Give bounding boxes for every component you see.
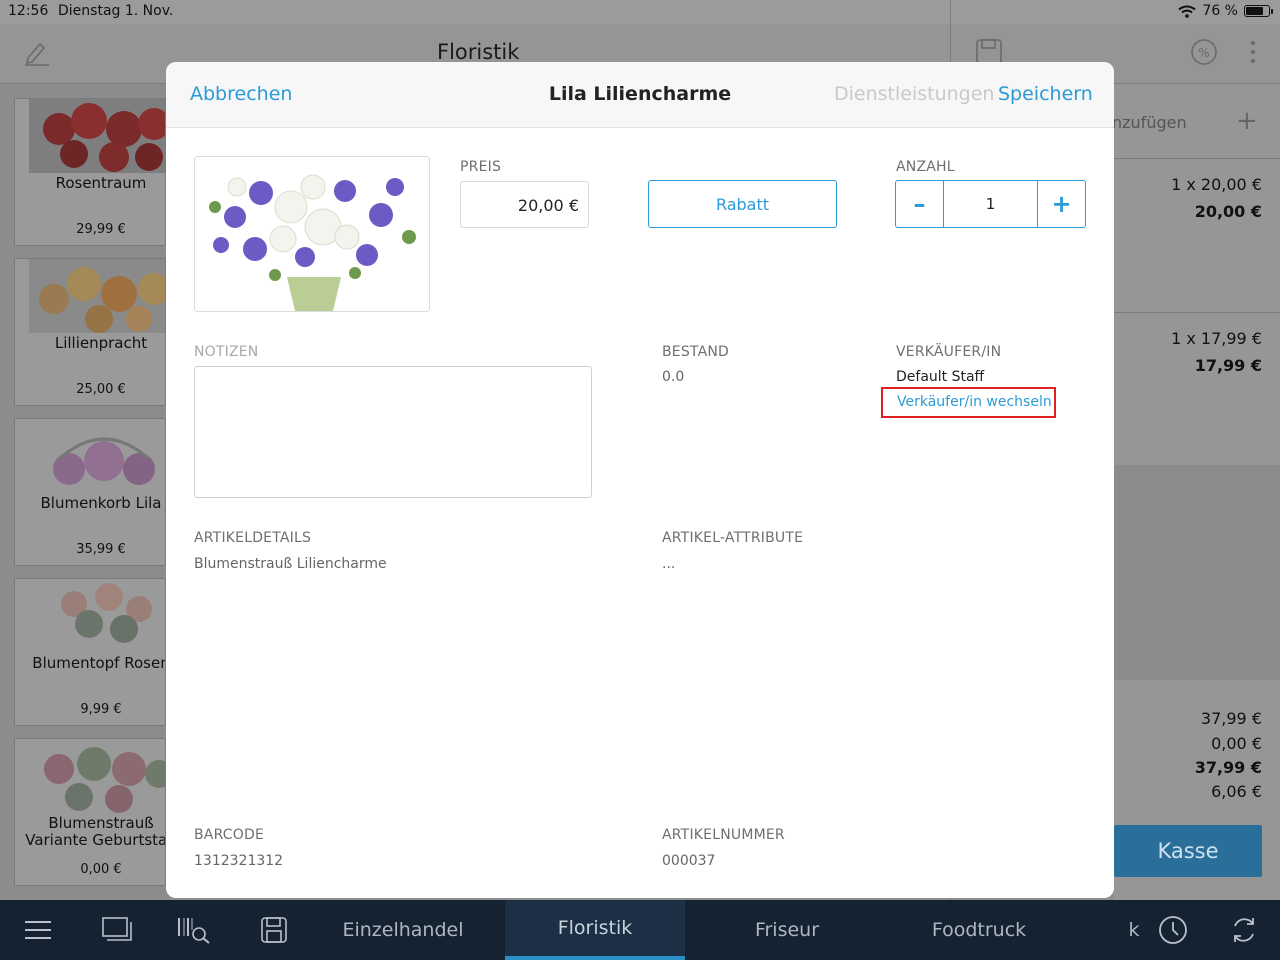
article-number-label: ARTIKELNUMMER xyxy=(662,827,785,843)
increment-button[interactable]: + xyxy=(1038,181,1085,227)
product-card[interactable]: Blumenstrauß Variante Geburtstag 0,00 € xyxy=(14,738,166,886)
product-name: Blumenkorb Lila xyxy=(40,494,162,512)
status-bar: 12:56 Dienstag 1. Nov. 76 % xyxy=(0,0,1280,24)
discount-button[interactable]: Rabatt xyxy=(648,180,837,228)
product-name: Rosentraum xyxy=(55,174,147,192)
tab-floristik[interactable]: Floristik xyxy=(505,900,685,960)
attributes-label: ARTIKEL-ATTRIBUTE xyxy=(662,530,804,546)
product-price: 35,99 € xyxy=(76,542,126,557)
product-image xyxy=(29,739,165,813)
windows-icon[interactable] xyxy=(102,917,132,943)
cart-add-label[interactable]: nzufügen xyxy=(1112,113,1187,132)
product-image xyxy=(29,579,165,653)
product-card[interactable]: Rosentraum 29,99 € xyxy=(14,98,166,246)
bottom-nav: Einzelhandel Floristik Friseur Foodtruck… xyxy=(0,900,1280,960)
quantity-value[interactable]: 1 xyxy=(943,181,1038,227)
tab-foodtruck[interactable]: Foodtruck xyxy=(892,900,1066,960)
quantity-label: ANZAHL xyxy=(896,159,955,175)
product-price: 25,00 € xyxy=(76,382,126,397)
details-value: Blumenstrauß Liliencharme xyxy=(194,556,387,572)
cart-line-qty: 1 x 17,99 € xyxy=(1171,329,1262,348)
product-name: Blumenstrauß Variante Geburtstag xyxy=(25,814,166,849)
modal-header: Lila Liliencharme Abbrechen Dienstleistu… xyxy=(166,62,1114,128)
product-image xyxy=(194,156,430,312)
page-title: Floristik xyxy=(437,40,520,64)
details-label: ARTIKELDETAILS xyxy=(194,530,312,546)
price-input[interactable]: 20,00 € xyxy=(460,181,589,228)
cart-line-qty: 1 x 20,00 € xyxy=(1171,175,1262,194)
cart-line-total: 17,99 € xyxy=(1194,356,1262,375)
product-image xyxy=(29,419,165,493)
sync-icon[interactable] xyxy=(1229,915,1259,945)
svg-text:%: % xyxy=(1198,46,1209,60)
discount-value: 0,00 € xyxy=(1211,734,1262,753)
checkout-button[interactable]: Kasse xyxy=(1114,825,1262,877)
cart-empty-area xyxy=(1114,465,1280,680)
status-time: 12:56 xyxy=(8,3,49,19)
tab-einzelhandel[interactable]: Einzelhandel xyxy=(316,900,490,960)
product-name: Lillienpracht xyxy=(54,334,148,352)
product-price: 0,00 € xyxy=(80,862,122,877)
edit-icon[interactable] xyxy=(22,38,50,66)
save-icon[interactable] xyxy=(260,916,288,944)
product-card[interactable]: Blumenkorb Lila 35,99 € xyxy=(14,418,166,566)
barcode-value: 1312321312 xyxy=(194,853,284,869)
more-icon[interactable] xyxy=(1248,38,1258,66)
battery-icon xyxy=(1244,5,1273,17)
stock-label: BESTAND xyxy=(662,344,730,360)
notes-label: NOTIZEN xyxy=(194,344,259,360)
clock-icon[interactable] xyxy=(1158,915,1188,945)
product-grid: Rosentraum 29,99 € Lillienpracht 25,00 €… xyxy=(0,84,166,900)
notes-field[interactable] xyxy=(194,366,592,498)
decrement-button[interactable]: – xyxy=(896,181,943,227)
subtotal-value: 37,99 € xyxy=(1200,709,1262,728)
bouquet-image xyxy=(195,157,429,311)
divider xyxy=(1114,158,1280,159)
wifi-icon xyxy=(1178,5,1197,18)
product-card[interactable]: Blumentopf Rosen 9,99 € xyxy=(14,578,166,726)
product-image xyxy=(29,99,165,173)
cart-add-plus-icon[interactable]: + xyxy=(1236,106,1258,136)
quantity-stepper: – 1 + xyxy=(895,180,1086,228)
services-button[interactable]: Dienstleistungen xyxy=(834,83,994,105)
discount-icon[interactable]: % xyxy=(1190,38,1218,66)
price-label: PREIS xyxy=(460,159,502,175)
battery-percent: 76 % xyxy=(1202,3,1238,19)
attributes-value: ... xyxy=(662,556,676,572)
total-value: 37,99 € xyxy=(1194,758,1262,777)
product-price: 9,99 € xyxy=(80,702,122,717)
tab-more[interactable]: k xyxy=(1122,900,1146,960)
product-name: Blumentopf Rosen xyxy=(32,654,166,672)
status-right: 76 % xyxy=(1178,3,1273,19)
seller-label: VERKÄUFER/IN xyxy=(896,344,1002,360)
product-card[interactable]: Lillienpracht 25,00 € xyxy=(14,258,166,406)
product-image xyxy=(29,259,165,333)
article-number-value: 000037 xyxy=(662,853,716,869)
menu-icon[interactable] xyxy=(24,920,52,940)
cancel-button[interactable]: Abbrechen xyxy=(190,83,292,105)
product-edit-modal: Lila Liliencharme Abbrechen Dienstleistu… xyxy=(166,62,1114,898)
barcode-label: BARCODE xyxy=(194,827,265,843)
product-price: 29,99 € xyxy=(76,222,126,237)
cart-line-total: 20,00 € xyxy=(1194,202,1262,221)
tab-friseur[interactable]: Friseur xyxy=(700,900,874,960)
status-date: Dienstag 1. Nov. xyxy=(58,3,174,19)
seller-value: Default Staff xyxy=(896,369,985,385)
divider xyxy=(1114,312,1280,313)
save-button[interactable]: Speichern xyxy=(998,83,1093,105)
tax-value: 6,06 € xyxy=(1211,782,1262,801)
change-seller-link[interactable]: Verkäufer/in wechseln xyxy=(881,387,1056,418)
barcode-search-icon[interactable] xyxy=(177,916,211,944)
stock-value: 0.0 xyxy=(662,369,685,385)
